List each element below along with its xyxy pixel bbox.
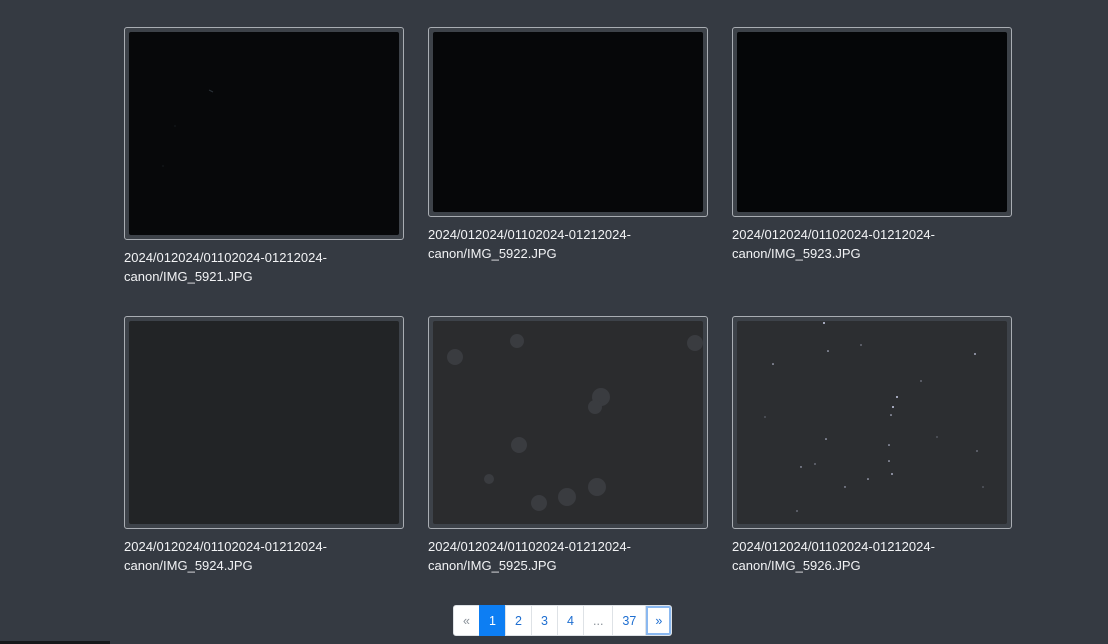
photo-thumbnail[interactable] (433, 321, 703, 524)
pagination-next-button[interactable]: » (645, 605, 673, 636)
thumbnail-frame[interactable] (428, 316, 708, 529)
photo-thumbnail[interactable] (737, 321, 1007, 524)
photo-caption: 2024/012024/01102024-01212024- canon/IMG… (428, 227, 631, 261)
thumbnail-frame[interactable] (124, 27, 404, 240)
thumbnail-frame[interactable] (732, 316, 1012, 529)
pagination-prev-button[interactable]: « (453, 605, 480, 636)
pagination-page-3[interactable]: 3 (531, 605, 558, 636)
photo-caption: 2024/012024/01102024-01212024- canon/IMG… (732, 539, 935, 573)
thumbnail-image (764, 322, 984, 512)
thumbnail-image (447, 334, 703, 511)
pagination-ellipsis: ... (583, 605, 614, 636)
thumbnail-frame[interactable] (732, 27, 1012, 217)
photo-caption: 2024/012024/01102024-01212024- canon/IMG… (124, 539, 327, 573)
photo-card[interactable]: 2024/012024/01102024-01212024- canon/IMG… (732, 27, 1012, 263)
thumbnail-frame[interactable] (428, 27, 708, 217)
pagination-page-1[interactable]: 1 (479, 605, 506, 636)
photo-card[interactable]: 2024/012024/01102024-01212024- canon/IMG… (732, 316, 1012, 575)
photo-card[interactable]: 2024/012024/01102024-01212024- canon/IMG… (124, 316, 404, 575)
photo-caption: 2024/012024/01102024-01212024- canon/IMG… (428, 539, 631, 573)
thumbnail-image (162, 89, 214, 167)
photo-card[interactable]: 2024/012024/01102024-01212024- canon/IMG… (124, 27, 404, 286)
photo-caption: 2024/012024/01102024-01212024- canon/IMG… (732, 227, 935, 261)
photo-caption: 2024/012024/01102024-01212024- canon/IMG… (124, 250, 327, 284)
photo-thumbnail[interactable] (129, 321, 399, 524)
pagination-page-4[interactable]: 4 (557, 605, 584, 636)
pagination-page-last[interactable]: 37 (612, 605, 647, 636)
photo-thumbnail[interactable] (129, 32, 399, 235)
photo-thumbnail[interactable] (737, 32, 1007, 212)
pagination-page-2[interactable]: 2 (505, 605, 532, 636)
thumbnail-frame[interactable] (124, 316, 404, 529)
photo-thumbnail[interactable] (433, 32, 703, 212)
pagination: « 1 2 3 4 ... 37 » (453, 605, 673, 636)
photo-card[interactable]: 2024/012024/01102024-01212024- canon/IMG… (428, 316, 708, 575)
photo-card[interactable]: 2024/012024/01102024-01212024- canon/IMG… (428, 27, 708, 263)
